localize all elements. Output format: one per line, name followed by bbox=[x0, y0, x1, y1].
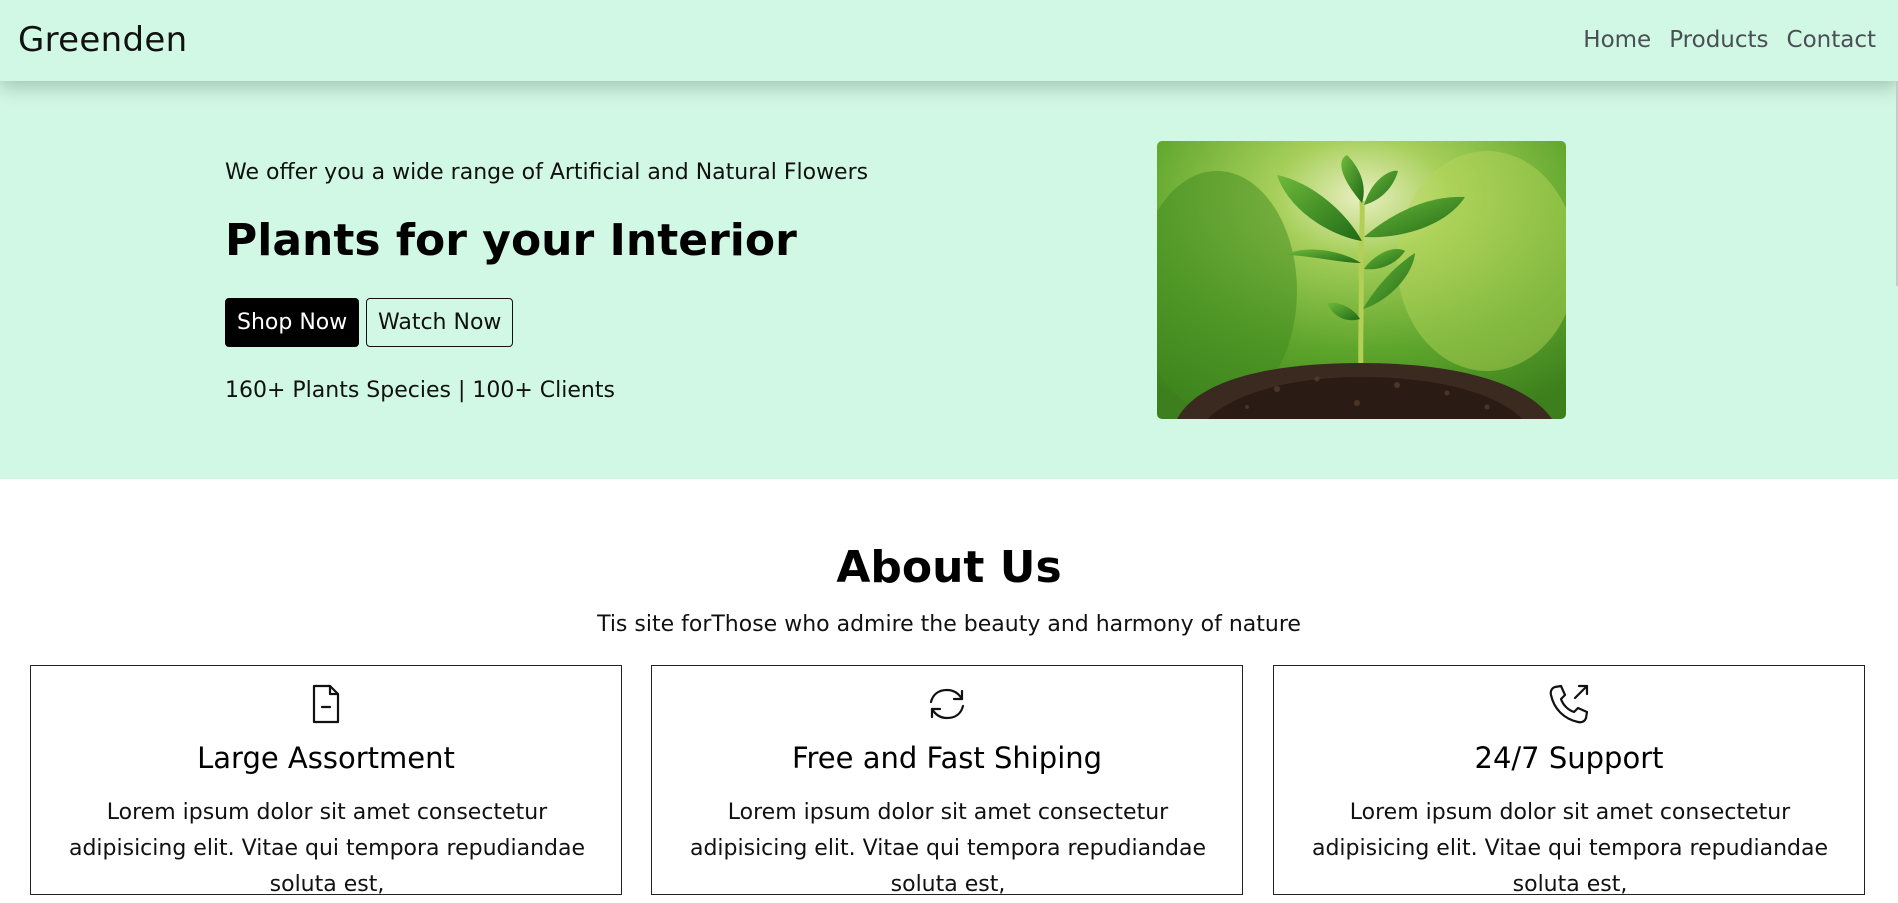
refresh-icon bbox=[652, 682, 1242, 726]
nav-link-products[interactable]: Products bbox=[1669, 25, 1768, 55]
card-title: Free and Fast Shiping bbox=[791, 741, 1103, 775]
hero-title: Plants for your Interior bbox=[225, 215, 797, 266]
about-subtitle: Tis site forThose who admire the beauty … bbox=[597, 612, 1301, 637]
phone-outgoing-icon bbox=[1274, 682, 1864, 726]
document-icon bbox=[31, 682, 621, 726]
brand-logo[interactable]: Greenden bbox=[18, 20, 187, 60]
hero-eyebrow: We offer you a wide range of Artificial … bbox=[225, 160, 869, 185]
card-text: Lorem ipsum dolor sit amet consectetur a… bbox=[689, 800, 1207, 897]
nav-link-home[interactable]: Home bbox=[1583, 25, 1651, 55]
card-title: 24/7 Support bbox=[1474, 741, 1664, 775]
nav-link-contact[interactable]: Contact bbox=[1787, 25, 1876, 55]
navbar: Greenden Home Products Contact bbox=[0, 0, 1898, 81]
card-text: Lorem ipsum dolor sit amet consectetur a… bbox=[1311, 800, 1829, 897]
feature-card-assortment: Large Assortment Lorem ipsum dolor sit a… bbox=[30, 665, 622, 897]
nav-links: Home Products Contact bbox=[1583, 25, 1876, 55]
card-text: Lorem ipsum dolor sit amet consectetur a… bbox=[68, 800, 586, 897]
hero-plant-image bbox=[1157, 141, 1566, 419]
hero-stats: 160+ Plants Species | 100+ Clients bbox=[225, 378, 615, 403]
watch-now-button[interactable]: Watch Now bbox=[366, 298, 514, 347]
feature-card-shipping: Free and Fast Shiping Lorem ipsum dolor … bbox=[651, 665, 1243, 897]
about-title: About Us bbox=[836, 542, 1062, 593]
card-title: Large Assortment bbox=[197, 741, 455, 775]
feature-card-support: 24/7 Support Lorem ipsum dolor sit amet … bbox=[1273, 665, 1865, 897]
shop-now-button[interactable]: Shop Now bbox=[225, 298, 360, 347]
